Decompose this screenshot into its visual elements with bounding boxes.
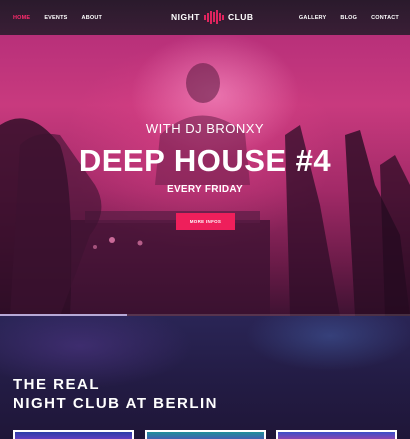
nav-about[interactable]: ABOUT — [82, 15, 103, 21]
hero-subtitle: WITH DJ BRONXY — [145, 121, 265, 136]
logo-text-left: NIGHT — [171, 12, 200, 22]
site-logo[interactable]: NIGHT CLUB — [171, 8, 254, 26]
nav-gallery[interactable]: GALLERY — [299, 15, 326, 21]
nav-events[interactable]: EVENTS — [44, 15, 67, 21]
site-header: HOME EVENTS ABOUT NIGHT CLUB GALLERY BLO… — [0, 0, 410, 35]
nav-blog[interactable]: BLOG — [340, 15, 357, 21]
nav-right: GALLERY BLOG CONTACT — [299, 0, 399, 35]
about-section: THE REAL NIGHT CLUB AT BERLIN — [0, 316, 410, 439]
nav-left: HOME EVENTS ABOUT — [13, 0, 102, 35]
more-infos-button[interactable]: MORE INFOS — [176, 213, 235, 230]
hero-slider: WITH DJ BRONXY DEEP HOUSE #4 EVERY FRIDA… — [0, 35, 410, 316]
about-title: THE REAL NIGHT CLUB AT BERLIN — [13, 375, 218, 413]
gallery-thumbnail-1[interactable] — [13, 430, 134, 439]
equalizer-bars-icon — [203, 10, 224, 24]
gallery-thumbnail-2[interactable] — [145, 430, 266, 439]
nav-contact[interactable]: CONTACT — [371, 15, 399, 21]
gallery-thumbnail-3[interactable] — [276, 430, 397, 439]
nav-home[interactable]: HOME — [13, 15, 30, 21]
hero-schedule: EVERY FRIDAY — [166, 184, 244, 195]
about-title-line1: THE REAL — [13, 376, 100, 393]
about-title-line2: NIGHT CLUB AT BERLIN — [13, 395, 218, 412]
hero-title: DEEP HOUSE #4 — [78, 143, 332, 178]
logo-text-right: CLUB — [227, 12, 254, 22]
